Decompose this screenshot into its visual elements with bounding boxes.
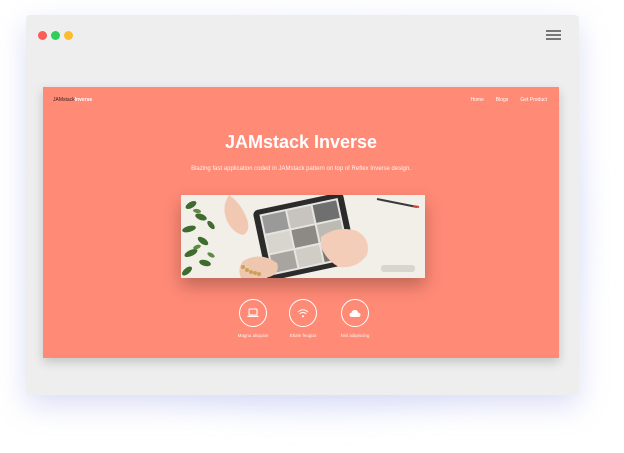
hamburger-menu-icon[interactable]	[546, 29, 561, 40]
laptop-icon[interactable]	[239, 299, 267, 327]
brand-suffix: Inverse	[74, 97, 93, 103]
feature-list: Magna aliquam Etiam feugiat Nisl adipisc…	[43, 299, 559, 358]
browser-window: JAMstackInverse Home Blogs Get Product J…	[26, 15, 579, 395]
hamburger-line	[546, 30, 561, 32]
wifi-icon[interactable]	[289, 299, 317, 327]
hamburger-line	[546, 38, 561, 40]
window-close-dot[interactable]	[38, 31, 47, 40]
top-nav: Home Blogs Get Product	[470, 97, 547, 103]
feature-item: Etiam feugiat	[273, 299, 333, 338]
feature-label: Etiam feugiat	[289, 333, 317, 338]
brand-prefix: JAMstack	[53, 97, 75, 103]
cloud-icon[interactable]	[341, 299, 369, 327]
website-page: JAMstackInverse Home Blogs Get Product J…	[43, 87, 559, 358]
nav-blogs-link[interactable]: Blogs	[496, 97, 509, 103]
window-minimize-dot[interactable]	[51, 31, 60, 40]
site-logo[interactable]: JAMstackInverse	[53, 97, 92, 103]
hero-image	[181, 195, 425, 278]
nav-get-product-link[interactable]: Get Product	[520, 97, 547, 103]
hero-subtitle: Blazing fast application coded in JAMsta…	[191, 166, 411, 172]
hero-title: JAMstack Inverse	[224, 132, 378, 152]
hero-image-art	[181, 195, 425, 278]
nav-home-link[interactable]: Home	[470, 97, 483, 103]
hamburger-line	[546, 34, 561, 36]
feature-label: Nisl adipiscing	[340, 333, 370, 338]
feature-item: Nisl adipiscing	[325, 299, 385, 338]
window-maximize-dot[interactable]	[64, 31, 73, 40]
